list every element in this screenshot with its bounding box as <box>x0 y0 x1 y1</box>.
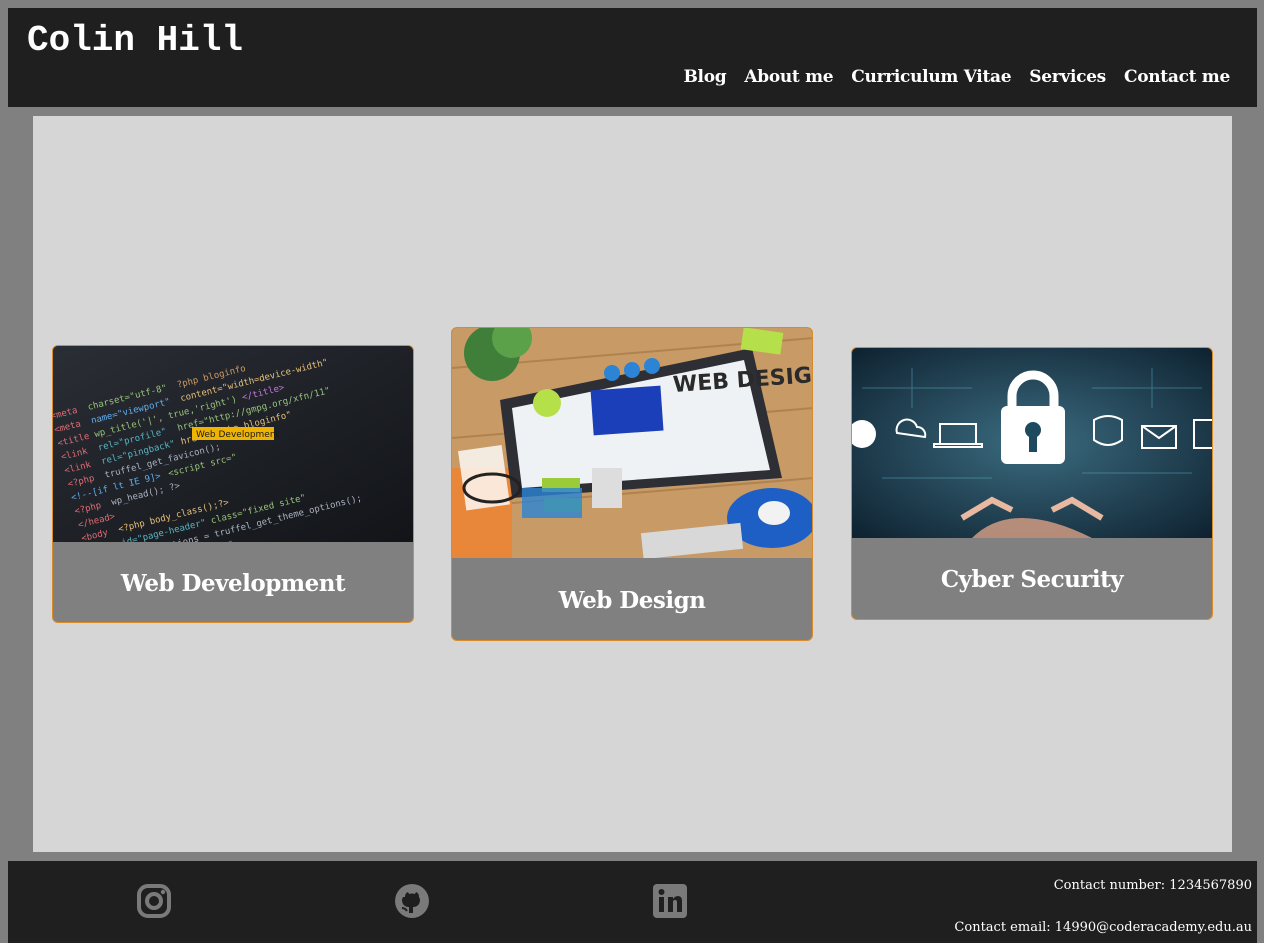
contact-email: Contact email: 14990@coderacademy.edu.au <box>954 920 1252 935</box>
card-web-development[interactable]: <meta charset="utf-8" ?php bloginfo <meta n… <box>52 345 414 623</box>
card-title: Web Design <box>558 586 706 614</box>
nav-about-me[interactable]: About me <box>744 67 833 87</box>
site-header: Colin Hill Blog About me Curriculum Vita… <box>8 8 1257 107</box>
nav-services[interactable]: Services <box>1029 67 1106 87</box>
site-footer: Contact number: 1234567890 Contact email… <box>8 861 1257 943</box>
nav-contact-me[interactable]: Contact me <box>1124 67 1230 87</box>
main-content: <meta charset="utf-8" ?php bloginfo <meta n… <box>33 116 1232 852</box>
nav-blog[interactable]: Blog <box>683 67 726 87</box>
padlock-security-image <box>852 348 1212 538</box>
card-title: Web Development <box>120 569 346 597</box>
card-title: Cyber Security <box>940 566 1124 593</box>
nav-curriculum-vitae[interactable]: Curriculum Vitae <box>851 67 1011 87</box>
site-title[interactable]: Colin Hill <box>27 20 243 61</box>
web-development-image-label: Web Development <box>196 430 280 440</box>
web-design-desk-image: WEB DESIGN <box>452 328 812 558</box>
card-cyber-security[interactable]: Cyber Security <box>851 347 1213 620</box>
main-nav: Blog About me Curriculum Vitae Services … <box>683 67 1230 87</box>
card-web-design[interactable]: WEB DESIGN Web Design <box>451 327 813 641</box>
instagram-icon[interactable] <box>136 883 172 919</box>
github-icon[interactable] <box>394 883 430 919</box>
contact-number: Contact number: 1234567890 <box>1053 878 1252 893</box>
linkedin-icon[interactable] <box>652 883 688 919</box>
code-screen-image: <meta charset="utf-8" ?php bloginfo <meta n… <box>53 346 413 542</box>
